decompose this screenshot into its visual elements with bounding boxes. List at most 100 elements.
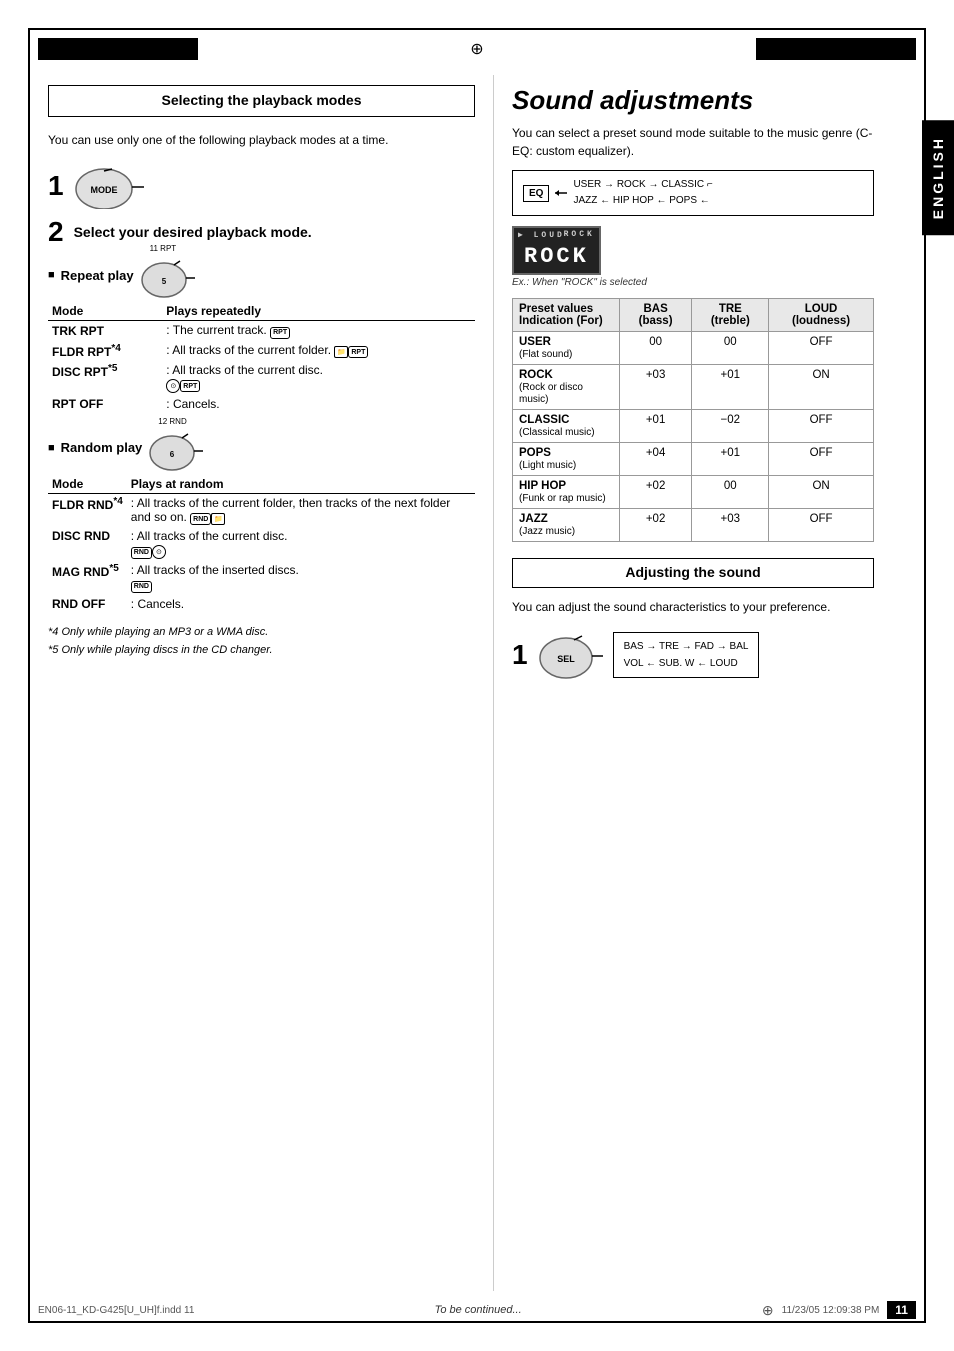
footer-date: 11/23/05 12:09:38 PM: [782, 1305, 880, 1316]
fldr-rpt-mode: FLDR RPT*4: [48, 341, 162, 361]
table-row: RPT OFF : Cancels.: [48, 395, 475, 413]
fldr-rnd-mode: FLDR RND*4: [48, 493, 127, 527]
table-row: TRK RPT : The current track. RPT: [48, 321, 475, 341]
repeat-play-header: Repeat play 11 RPT 5: [48, 252, 475, 298]
random-dial-container: 12 RND 6: [148, 425, 203, 471]
disc-rnd-mode: DISC RND: [48, 527, 127, 561]
pops-label: POPS: [669, 195, 697, 206]
preset-tre: −02: [692, 410, 769, 443]
preset-tre: 00: [692, 476, 769, 509]
svg-text:MODE: MODE: [90, 185, 117, 195]
adj-step1-num: 1: [512, 639, 528, 671]
preset-bas: +04: [619, 443, 692, 476]
rock-label: ROCK: [617, 179, 646, 190]
preset-loud: ON: [769, 476, 874, 509]
folder-icon: 📁: [334, 346, 348, 358]
adj-step1-row: 1 SEL BAS → TRE → FAD → BAL VOL ← SUB. W…: [512, 626, 874, 684]
display-rock-indicator: ROCK: [564, 230, 595, 239]
page-number-box: 11: [887, 1301, 916, 1319]
table-row: JAZZ(Jazz music) +02 +03 OFF: [513, 509, 874, 542]
table-row: DISC RPT*5 : All tracks of the current d…: [48, 361, 475, 395]
random-play-label: Random play: [61, 440, 143, 455]
preset-loud: OFF: [769, 509, 874, 542]
disc-icon2: ⊙: [152, 545, 166, 559]
repeat-dial-svg: 5: [140, 252, 195, 298]
preset-loud: OFF: [769, 410, 874, 443]
rpt-off-desc: : Cancels.: [162, 395, 475, 413]
rock-text: ROCK: [524, 244, 589, 269]
repeat-play-section: Repeat play 11 RPT 5 Mode: [48, 252, 475, 413]
footer-right: ⊕ 11/23/05 12:09:38 PM 11: [762, 1301, 916, 1319]
table-row: POPS(Light music) +04 +01 OFF: [513, 443, 874, 476]
disc-rnd-desc: : All tracks of the current disc.RND⊙: [127, 527, 475, 561]
random-modes-table: Mode Plays at random FLDR RND*4 : All tr…: [48, 475, 475, 613]
table-row: MAG RND*5 : All tracks of the inserted d…: [48, 561, 475, 595]
sel-dial-svg: SEL: [538, 626, 603, 681]
rock-display: ▶ LOUD ROCK ROCK: [512, 226, 601, 275]
eq-left-arrow: [553, 185, 569, 201]
preset-bas: 00: [619, 332, 692, 365]
mode-dial-svg: MODE: [74, 159, 144, 209]
preset-tre: +01: [692, 443, 769, 476]
rpt-badge: RPT: [270, 327, 290, 339]
playback-modes-title: Selecting the playback modes: [162, 92, 362, 108]
right-column: Sound adjustments You can select a prese…: [493, 75, 884, 1291]
preset-name: ROCK(Rock or disco music): [513, 365, 620, 410]
disc-rpt-mode: DISC RPT*5: [48, 361, 162, 395]
preset-name: HIP HOP(Funk or rap music): [513, 476, 620, 509]
page-footer: EN06-11_KD-G425[U_UH]f.indd 11 To be con…: [38, 1301, 916, 1319]
table-row: FLDR RND*4 : All tracks of the current f…: [48, 493, 475, 527]
preset-bas: +01: [619, 410, 692, 443]
preset-bas: +03: [619, 365, 692, 410]
jazz-label: JAZZ: [573, 195, 597, 206]
preset-name: CLASSIC(Classical music): [513, 410, 620, 443]
rnd-off-mode: RND OFF: [48, 595, 127, 613]
random-play-section: Random play 12 RND 6 Mode: [48, 425, 475, 613]
repeat-dial-num: 11 RPT: [150, 244, 177, 253]
svg-text:5: 5: [161, 277, 166, 286]
display-loud-label: ▶ LOUD: [518, 230, 565, 240]
folder-icon2: 📁: [211, 513, 225, 525]
eq-diagram: EQ USER → ROCK → CLASSIC ⌐ JAZZ ← HIP HO…: [512, 170, 874, 216]
table-row: FLDR RPT*4 : All tracks of the current f…: [48, 341, 475, 361]
user-label: USER: [573, 179, 601, 190]
fldr-rpt-desc: : All tracks of the current folder. 📁RPT: [162, 341, 475, 361]
mag-rnd-mode: MAG RND*5: [48, 561, 127, 595]
preset-col1-header: Preset values: [519, 303, 593, 315]
adjusting-sound-body: You can adjust the sound characteristics…: [512, 598, 874, 616]
preset-name: USER(Flat sound): [513, 332, 620, 365]
preset-header-tre: TRE (treble): [692, 299, 769, 332]
eq-flow: USER → ROCK → CLASSIC ⌐ JAZZ ← HIP HOP ←…: [573, 177, 712, 209]
rnd-badge3: RND: [131, 581, 152, 593]
svg-text:SEL: SEL: [557, 654, 575, 664]
preset-values-table: Preset values Indication (For) BAS (bass…: [512, 298, 874, 542]
preset-tre: 00: [692, 332, 769, 365]
header-black-left: [38, 38, 198, 60]
preset-loud: OFF: [769, 443, 874, 476]
mode-dial-wrapper: MODE: [74, 159, 144, 212]
preset-loud: ON: [769, 365, 874, 410]
display-caption: Ex.: When "ROCK" is selected: [512, 277, 874, 288]
repeat-modes-table: Mode Plays repeatedly TRK RPT : The curr…: [48, 302, 475, 413]
sel-flow-bottom: VOL ← SUB. W ← LOUD: [624, 655, 749, 672]
preset-tre: +03: [692, 509, 769, 542]
rpt-badge3: RPT: [180, 380, 200, 392]
page-border-left: [28, 28, 30, 1323]
classic-label: CLASSIC: [661, 179, 704, 190]
random-play-header: Random play 12 RND 6: [48, 425, 475, 471]
preset-tre: +01: [692, 365, 769, 410]
table-row: ROCK(Rock or disco music) +03 +01 ON: [513, 365, 874, 410]
header-center-symbol: ⊕: [198, 39, 756, 59]
sound-adjustments-body: You can select a preset sound mode suita…: [512, 124, 874, 160]
playback-modes-section-box: Selecting the playback modes: [48, 85, 475, 117]
left-column: Selecting the playback modes You can use…: [38, 75, 493, 1291]
rock-display-row: ▶ LOUD ROCK ROCK: [512, 226, 874, 275]
sel-dial-wrapper: SEL: [538, 626, 603, 684]
eq-box: EQ: [523, 185, 549, 202]
rnd-badge2: RND: [131, 547, 152, 559]
table-row: USER(Flat sound) 00 00 OFF: [513, 332, 874, 365]
footnote5: *5 Only while playing discs in the CD ch…: [48, 643, 475, 658]
preset-header-loud: LOUD (loudness): [769, 299, 874, 332]
trk-rpt-desc: : The current track. RPT: [162, 321, 475, 341]
adjusting-sound-section-box: Adjusting the sound: [512, 558, 874, 588]
